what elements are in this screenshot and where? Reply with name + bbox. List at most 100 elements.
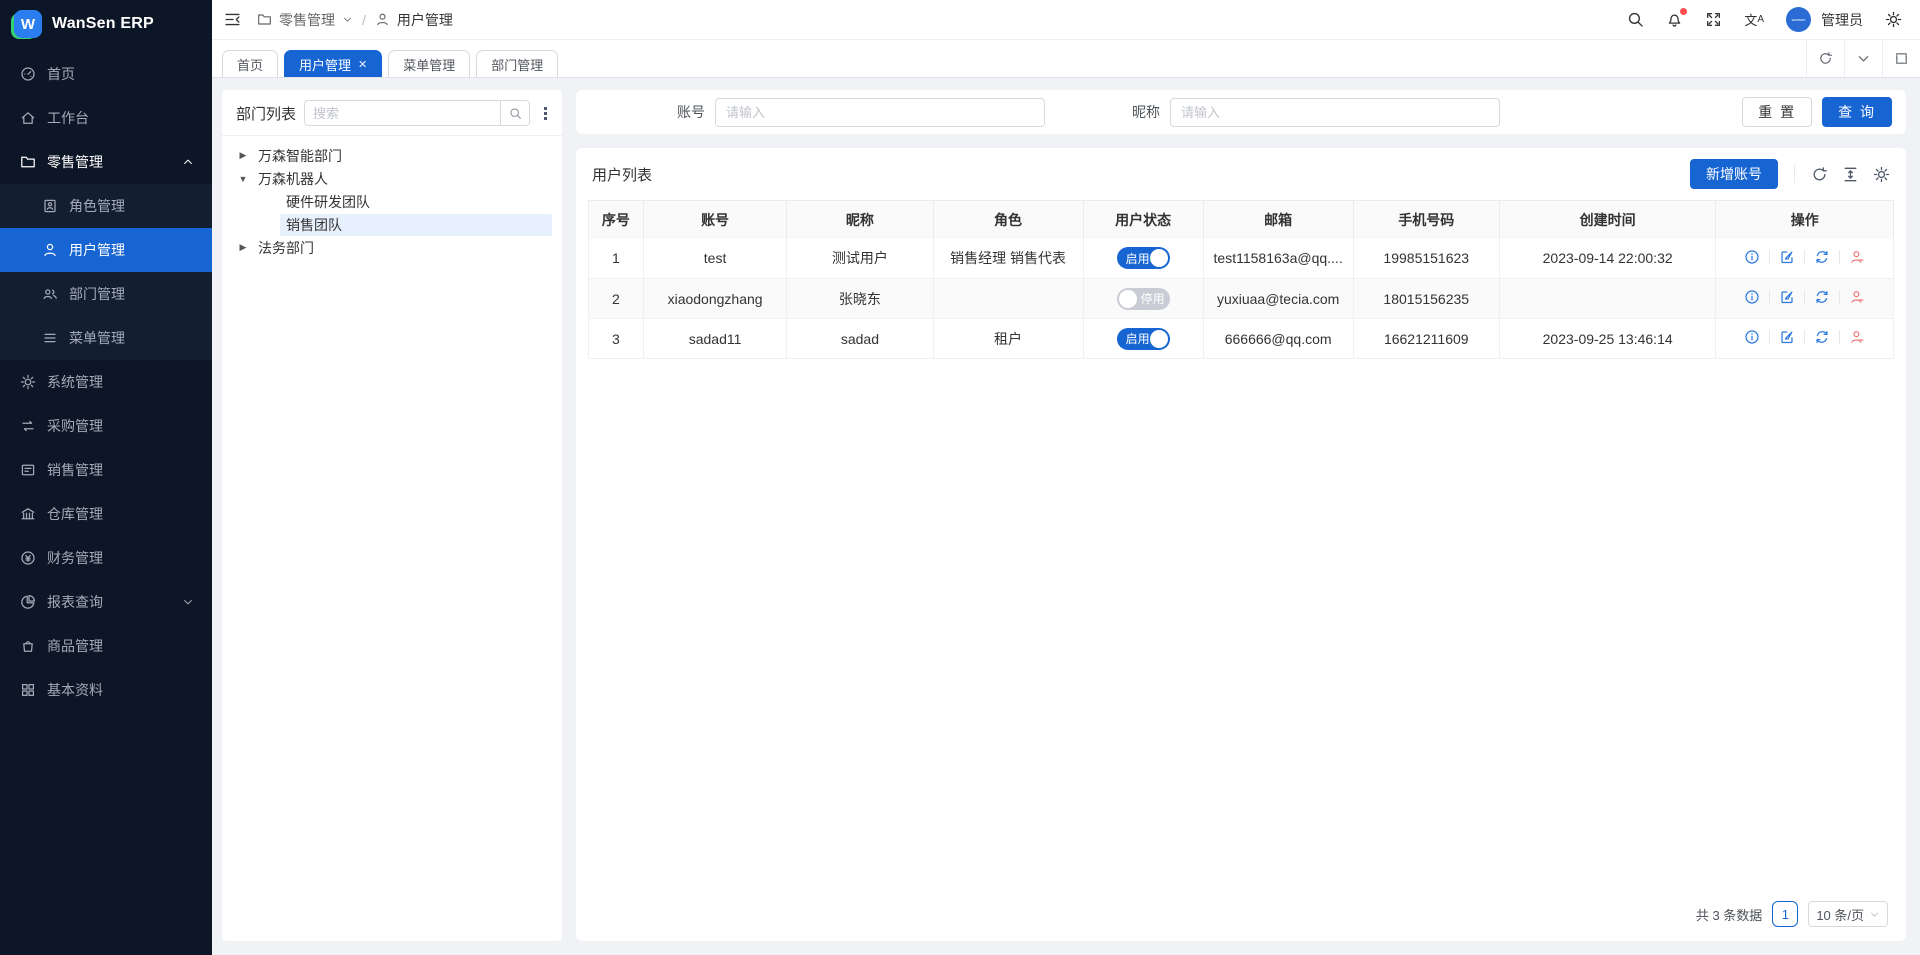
purchase-icon [20, 418, 36, 434]
tab[interactable]: 首页 [222, 50, 278, 77]
avatar[interactable]: wansen [1786, 7, 1811, 32]
edit-icon[interactable] [1779, 289, 1795, 305]
status-label: 启用 [1126, 330, 1150, 347]
username[interactable]: 管理员 [1821, 10, 1863, 30]
edit-icon[interactable] [1779, 329, 1795, 345]
tab[interactable]: 部门管理 [476, 50, 558, 77]
department-panel: 部门列表 ▶万森智能部门▼万森机器人硬件研发团队销售团队▶法务部门 [222, 90, 562, 941]
tab[interactable]: 菜单管理 [388, 50, 470, 77]
status-toggle[interactable]: 启用 [1117, 247, 1170, 269]
page-size-select[interactable]: 10 条/页 [1808, 901, 1888, 927]
add-account-button[interactable]: 新增账号 [1690, 159, 1778, 189]
close-icon[interactable]: ✕ [358, 58, 367, 71]
sync-icon[interactable] [1814, 289, 1830, 305]
sync-icon[interactable] [1814, 329, 1830, 345]
remove-user-icon[interactable] [1849, 329, 1865, 345]
account-input[interactable] [715, 98, 1045, 127]
maximize-content-icon[interactable] [1882, 40, 1920, 77]
refresh-tab-icon[interactable] [1806, 40, 1844, 77]
sidebar-subitem[interactable]: 部门管理 [0, 272, 212, 316]
table-settings-gear-icon[interactable] [1873, 166, 1890, 183]
reset-button[interactable]: 重 置 [1742, 97, 1812, 127]
tree-item[interactable]: ▶万森智能部门 [228, 144, 556, 167]
sidebar-item-label: 基本资料 [47, 680, 103, 700]
sidebar-subitem[interactable]: 用户管理 [0, 228, 212, 272]
department-panel-title: 部门列表 [236, 103, 296, 124]
fullscreen-icon[interactable] [1705, 11, 1722, 28]
tree-item[interactable]: 硬件研发团队 [228, 190, 556, 213]
sidebar-subitem[interactable]: 角色管理 [0, 184, 212, 228]
kebab-menu-icon[interactable] [538, 107, 552, 120]
column-header: 创建时间 [1499, 201, 1716, 239]
sidebar-item[interactable]: 报表查询 [0, 580, 212, 624]
sidebar-item-label: 财务管理 [47, 548, 103, 568]
sidebar-nav: 首页工作台零售管理角色管理用户管理部门管理菜单管理系统管理采购管理销售管理仓库管… [0, 48, 212, 955]
sidebar-item[interactable]: 财务管理 [0, 536, 212, 580]
query-button[interactable]: 查 询 [1822, 97, 1892, 127]
remove-user-icon[interactable] [1849, 249, 1865, 265]
tree-item[interactable]: 销售团队 [228, 213, 556, 236]
breadcrumb-parent[interactable]: 零售管理 [279, 10, 335, 30]
tab-bar: 首页用户管理✕ 菜单管理 部门管理 [212, 40, 1920, 78]
menu-fold-icon[interactable] [224, 11, 241, 28]
row-operations [1744, 289, 1865, 305]
cell-status: 启用 [1083, 319, 1203, 359]
column-header: 角色 [933, 201, 1083, 239]
notification-bell-icon[interactable] [1666, 11, 1683, 28]
translate-icon[interactable]: 文A [1744, 11, 1764, 28]
sidebar-item[interactable]: 基本资料 [0, 668, 212, 712]
toggle-knob [1150, 330, 1168, 348]
caret-right-icon[interactable]: ▶ [234, 242, 252, 253]
column-header: 操作 [1716, 201, 1894, 239]
row-operations [1744, 249, 1865, 265]
remove-user-icon[interactable] [1849, 289, 1865, 305]
toggle-knob [1119, 290, 1137, 308]
status-label: 启用 [1126, 250, 1150, 267]
status-toggle[interactable]: 启用 [1117, 328, 1170, 350]
sidebar-item[interactable]: 首页 [0, 52, 212, 96]
tab-menu-chevron-icon[interactable] [1844, 40, 1882, 77]
sidebar-item[interactable]: 零售管理 [0, 140, 212, 184]
refresh-table-icon[interactable] [1811, 166, 1828, 183]
search-icon[interactable] [1627, 11, 1644, 28]
info-icon[interactable] [1744, 249, 1760, 265]
gear-icon[interactable] [1885, 11, 1902, 28]
department-search-input[interactable] [304, 100, 500, 126]
info-icon[interactable] [1744, 289, 1760, 305]
tree-item[interactable]: ▶法务部门 [228, 236, 556, 259]
basic-icon [20, 682, 36, 698]
page-number-button[interactable]: 1 [1772, 901, 1798, 927]
chevron-down-icon [1869, 909, 1880, 920]
cell-roles [933, 279, 1083, 319]
column-header: 昵称 [787, 201, 933, 239]
tab[interactable]: 用户管理✕ [284, 50, 382, 77]
sidebar-item-label: 仓库管理 [47, 504, 103, 524]
top-header: 零售管理 / 用户管理 文A wansen 管理员 [212, 0, 1920, 40]
sidebar-subitem-label: 用户管理 [69, 240, 125, 260]
nickname-input[interactable] [1170, 98, 1500, 127]
sidebar-item[interactable]: 商品管理 [0, 624, 212, 668]
sidebar-item[interactable]: 仓库管理 [0, 492, 212, 536]
cell-account: xiaodongzhang [643, 279, 787, 319]
app-root: W WanSen ERP 首页工作台零售管理角色管理用户管理部门管理菜单管理系统… [0, 0, 1920, 955]
folder-icon [20, 154, 36, 170]
sidebar-subitem[interactable]: 菜单管理 [0, 316, 212, 360]
row-height-icon[interactable] [1842, 166, 1859, 183]
user-table-card: 用户列表 新增账号 序号账号昵称角色用户状态邮箱手机号码创建时间操作 1test… [576, 148, 1906, 941]
status-toggle[interactable]: 停用 [1117, 288, 1170, 310]
sidebar-item[interactable]: 系统管理 [0, 360, 212, 404]
sidebar-item[interactable]: 采购管理 [0, 404, 212, 448]
info-icon[interactable] [1744, 329, 1760, 345]
sidebar-item[interactable]: 工作台 [0, 96, 212, 140]
caret-down-icon[interactable]: ▼ [234, 174, 252, 184]
table-row: 1test测试用户销售经理 销售代表启用test1158163a@qq....1… [589, 239, 1894, 279]
caret-right-icon[interactable]: ▶ [234, 150, 252, 161]
tree-item[interactable]: ▼万森机器人 [228, 167, 556, 190]
department-search-button[interactable] [500, 100, 530, 126]
edit-icon[interactable] [1779, 249, 1795, 265]
sync-icon[interactable] [1814, 249, 1830, 265]
tab-label: 菜单管理 [403, 55, 455, 74]
tree-item-label: 法务部门 [252, 237, 320, 259]
cell-operations [1716, 239, 1894, 279]
sidebar-item[interactable]: 销售管理 [0, 448, 212, 492]
